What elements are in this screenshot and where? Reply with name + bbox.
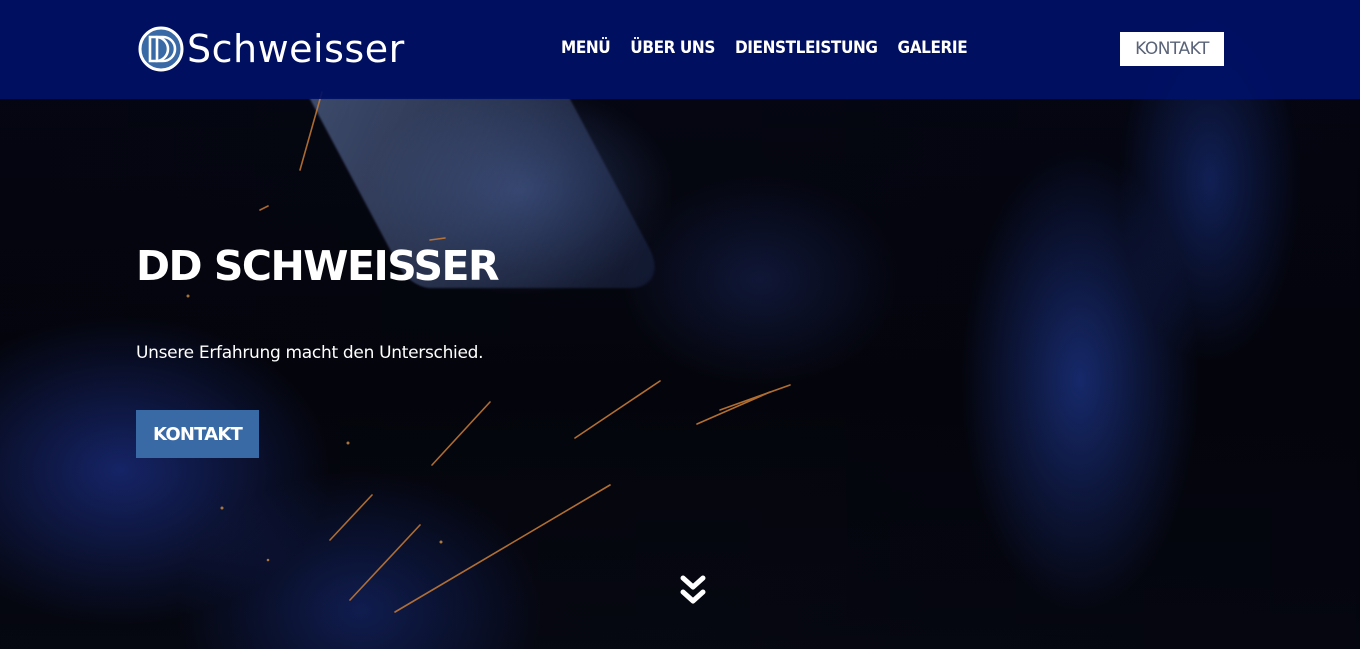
logo-link[interactable]: DD Schweisser	[137, 23, 405, 75]
header-contact-button[interactable]: KONTAKT	[1120, 32, 1224, 66]
nav-item-galerie[interactable]: GALERIE	[888, 34, 978, 62]
hero-contact-button[interactable]: KONTAKT	[136, 410, 259, 458]
dd-logo-icon: DD	[138, 26, 184, 72]
site-header: DD Schweisser MENÜ ÜBER UNS DIENSTLEISTU…	[0, 0, 1360, 99]
hero-title: DD SCHWEISSER	[136, 242, 500, 290]
nav-item-menu[interactable]: MENÜ	[551, 34, 620, 62]
nav-item-dienstleistung[interactable]: DIENSTLEISTUNG	[725, 34, 888, 62]
page: DD Schweisser MENÜ ÜBER UNS DIENSTLEISTU…	[0, 0, 1360, 649]
logo-brand-text: Schweisser	[187, 27, 405, 71]
main-nav: MENÜ ÜBER UNS DIENSTLEISTUNG GALERIE	[551, 34, 977, 62]
nav-item-ueber-uns[interactable]: ÜBER UNS	[620, 34, 725, 62]
hero-subtitle: Unsere Erfahrung macht den Unterschied.	[136, 343, 484, 363]
logo-mark-text: DD	[160, 52, 162, 54]
double-chevron-down-icon[interactable]	[678, 574, 708, 608]
